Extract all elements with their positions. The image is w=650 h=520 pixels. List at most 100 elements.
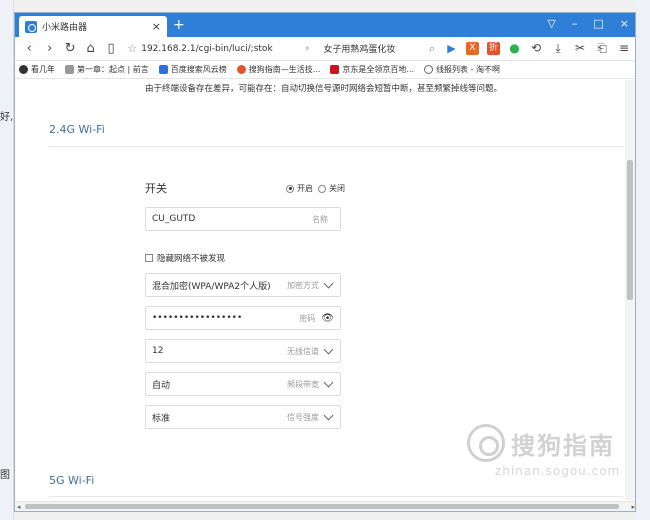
password-value: •••••••••••••••••	[152, 313, 243, 323]
chevron-down-icon	[323, 278, 334, 288]
bookmark-item[interactable]: 第一章：起点 | 前言	[65, 64, 149, 75]
hide-network-label: 隐藏网络不被发现	[157, 254, 226, 264]
wechat-icon[interactable]: ●	[508, 42, 521, 55]
home-icon[interactable]: ⌂	[80, 41, 100, 56]
reload-icon[interactable]: ↻	[60, 41, 80, 56]
bookmark-label: 京东是全领京百地...	[342, 65, 415, 74]
radio-off-label[interactable]: 关闭	[329, 183, 345, 194]
tab-title: 小米路由器	[42, 23, 88, 33]
section-title-24g: 2.4G Wi-Fi	[49, 123, 105, 136]
background-app-right	[636, 0, 650, 520]
bookmark-item[interactable]: 百度搜索风云榜	[158, 64, 227, 75]
watermark-main: 搜狗指南	[511, 432, 615, 460]
bookmark-label: 搜狗指南—生活技...	[248, 65, 321, 74]
address-bar[interactable]: ☆ 192.168.2.1/cgi-bin/luci/;stok	[127, 40, 295, 58]
notice-text: 由于终端设备存在差异，可能存在：自动切换信号源时网络会短暂中断，甚至频繁掉线等问…	[145, 84, 503, 94]
new-tab-button[interactable]: +	[173, 17, 185, 33]
search-text: 女子用熟鸡蛋化妆	[323, 45, 396, 55]
bookmark-icon	[236, 65, 246, 74]
bookmark-label: 第一章：起点 | 前言	[77, 65, 149, 74]
bookmark-icon	[65, 65, 74, 74]
router-favicon-icon	[25, 20, 37, 33]
encryption-value: 混合加密(WPA/WPA2个人版)	[152, 281, 271, 292]
menu-icon[interactable]: ≡	[617, 42, 631, 55]
download-icon[interactable]: ⤓	[551, 42, 565, 55]
bandwidth-hint: 频段带宽	[287, 379, 319, 389]
bag-icon[interactable]: ⎗	[595, 42, 609, 55]
channel-select[interactable]: 12 无线信道	[145, 339, 341, 363]
ssid-value: CU_GUTD	[152, 214, 196, 224]
extension-icons: ▶ X 折 ● ⟲ ⤓ ✂ ⎗ ≡	[445, 42, 631, 55]
search-box[interactable]: 女子用熟鸡蛋化妆 ⌕	[323, 42, 435, 56]
undo-icon[interactable]: ⟲	[529, 42, 543, 55]
radio-off[interactable]	[318, 184, 326, 193]
tab-bar: 小米路由器 × + ▽ – □ ×	[15, 13, 635, 37]
bookmark-label: 线报列表 - 淘不啊	[436, 65, 501, 74]
bookmark-icon	[424, 65, 434, 74]
section-divider	[49, 496, 623, 497]
password-hint: 密码	[299, 313, 316, 323]
radio-on[interactable]	[286, 184, 294, 193]
password-field[interactable]: ••••••••••••••••• 密码 👁	[145, 306, 341, 330]
horizontal-scroll-thumb[interactable]	[25, 504, 619, 509]
bookmarks-bar: 看几年 第一章：起点 | 前言 百度搜索风云榜 搜狗指南—生活技... 京东是全…	[15, 61, 635, 79]
chevron-down-icon	[323, 410, 334, 420]
chevron-down-icon	[323, 344, 334, 354]
tab-close-icon[interactable]: ×	[152, 20, 161, 33]
background-text: 好,	[0, 112, 14, 123]
sogou-watermark: 搜狗指南 zhinan.sogou.com	[465, 420, 635, 490]
url-text: 192.168.2.1/cgi-bin/luci/;stok	[141, 43, 273, 54]
encryption-hint: 加密方式	[287, 280, 319, 290]
bookmark-label: 百度搜索风云榜	[170, 65, 227, 74]
signal-select[interactable]: 标准 信号强度	[145, 405, 341, 429]
encryption-select[interactable]: 混合加密(WPA/WPA2个人版) 加密方式	[145, 273, 341, 297]
search-icon[interactable]: ⌕	[429, 42, 435, 56]
bookmark-label: 看几年	[31, 65, 55, 74]
hide-network-checkbox[interactable]	[145, 254, 153, 262]
background-text: 图	[0, 470, 10, 481]
channel-hint: 无线信道	[287, 346, 319, 356]
back-icon[interactable]: ‹	[19, 41, 39, 56]
forward-icon[interactable]: ›	[39, 41, 59, 56]
close-window-button[interactable]: ×	[620, 17, 629, 30]
chevron-down-icon	[323, 377, 334, 387]
minimize-button[interactable]: –	[572, 17, 578, 30]
eye-icon[interactable]: 👁	[321, 313, 334, 324]
section-divider	[49, 146, 623, 147]
horizontal-scrollbar[interactable]: ◂ ▸	[15, 501, 635, 511]
star-icon[interactable]: ☆	[127, 42, 137, 55]
window-controls: ▽ – □ ×	[547, 17, 629, 30]
channel-value: 12	[152, 346, 164, 356]
switch-label: 开关	[145, 182, 167, 195]
hide-network-row[interactable]: 隐藏网络不被发现	[145, 252, 225, 264]
bookmark-item[interactable]: 京东是全领京百地...	[330, 64, 414, 75]
signal-value: 标准	[152, 413, 171, 424]
vertical-scroll-thumb[interactable]	[627, 160, 633, 300]
ssid-hint: 名称	[312, 214, 328, 224]
background-app-left: 好, 图	[0, 0, 14, 520]
scissors-icon[interactable]: ✂	[573, 42, 587, 55]
maximize-button[interactable]: □	[593, 17, 603, 30]
bookmark-icon	[158, 65, 168, 74]
bookmark-item[interactable]: 线报列表 - 淘不啊	[424, 64, 500, 75]
switch-radio-group: 开启 关闭	[286, 183, 345, 194]
bookmark-item[interactable]: 搜狗指南—生活技...	[236, 64, 321, 75]
ssid-field[interactable]: CU_GUTD 名称	[145, 207, 341, 231]
bookmark-icon	[330, 65, 340, 74]
bookmark-item[interactable]: 看几年	[19, 64, 55, 75]
chevron-right-icon[interactable]: ›	[305, 43, 309, 54]
scroll-left-icon[interactable]: ◂	[17, 503, 21, 511]
scroll-right-icon[interactable]: ▸	[631, 503, 635, 511]
bookmark-icon	[19, 65, 28, 74]
extension-x-icon[interactable]: X	[466, 42, 479, 55]
watermark-sub: zhinan.sogou.com	[495, 464, 621, 478]
tab-router[interactable]: 小米路由器 ×	[19, 16, 167, 37]
play-icon[interactable]: ▶	[445, 42, 458, 55]
radio-on-label[interactable]: 开启	[297, 183, 313, 194]
section-title-5g: 5G Wi-Fi	[49, 474, 95, 487]
sogou-logo-icon	[467, 424, 505, 462]
bandwidth-select[interactable]: 自动 频段带宽	[145, 372, 341, 396]
discount-icon[interactable]: 折	[487, 42, 500, 55]
reader-icon[interactable]: ▯	[101, 41, 121, 56]
menu-dropdown-icon[interactable]: ▽	[547, 17, 555, 30]
